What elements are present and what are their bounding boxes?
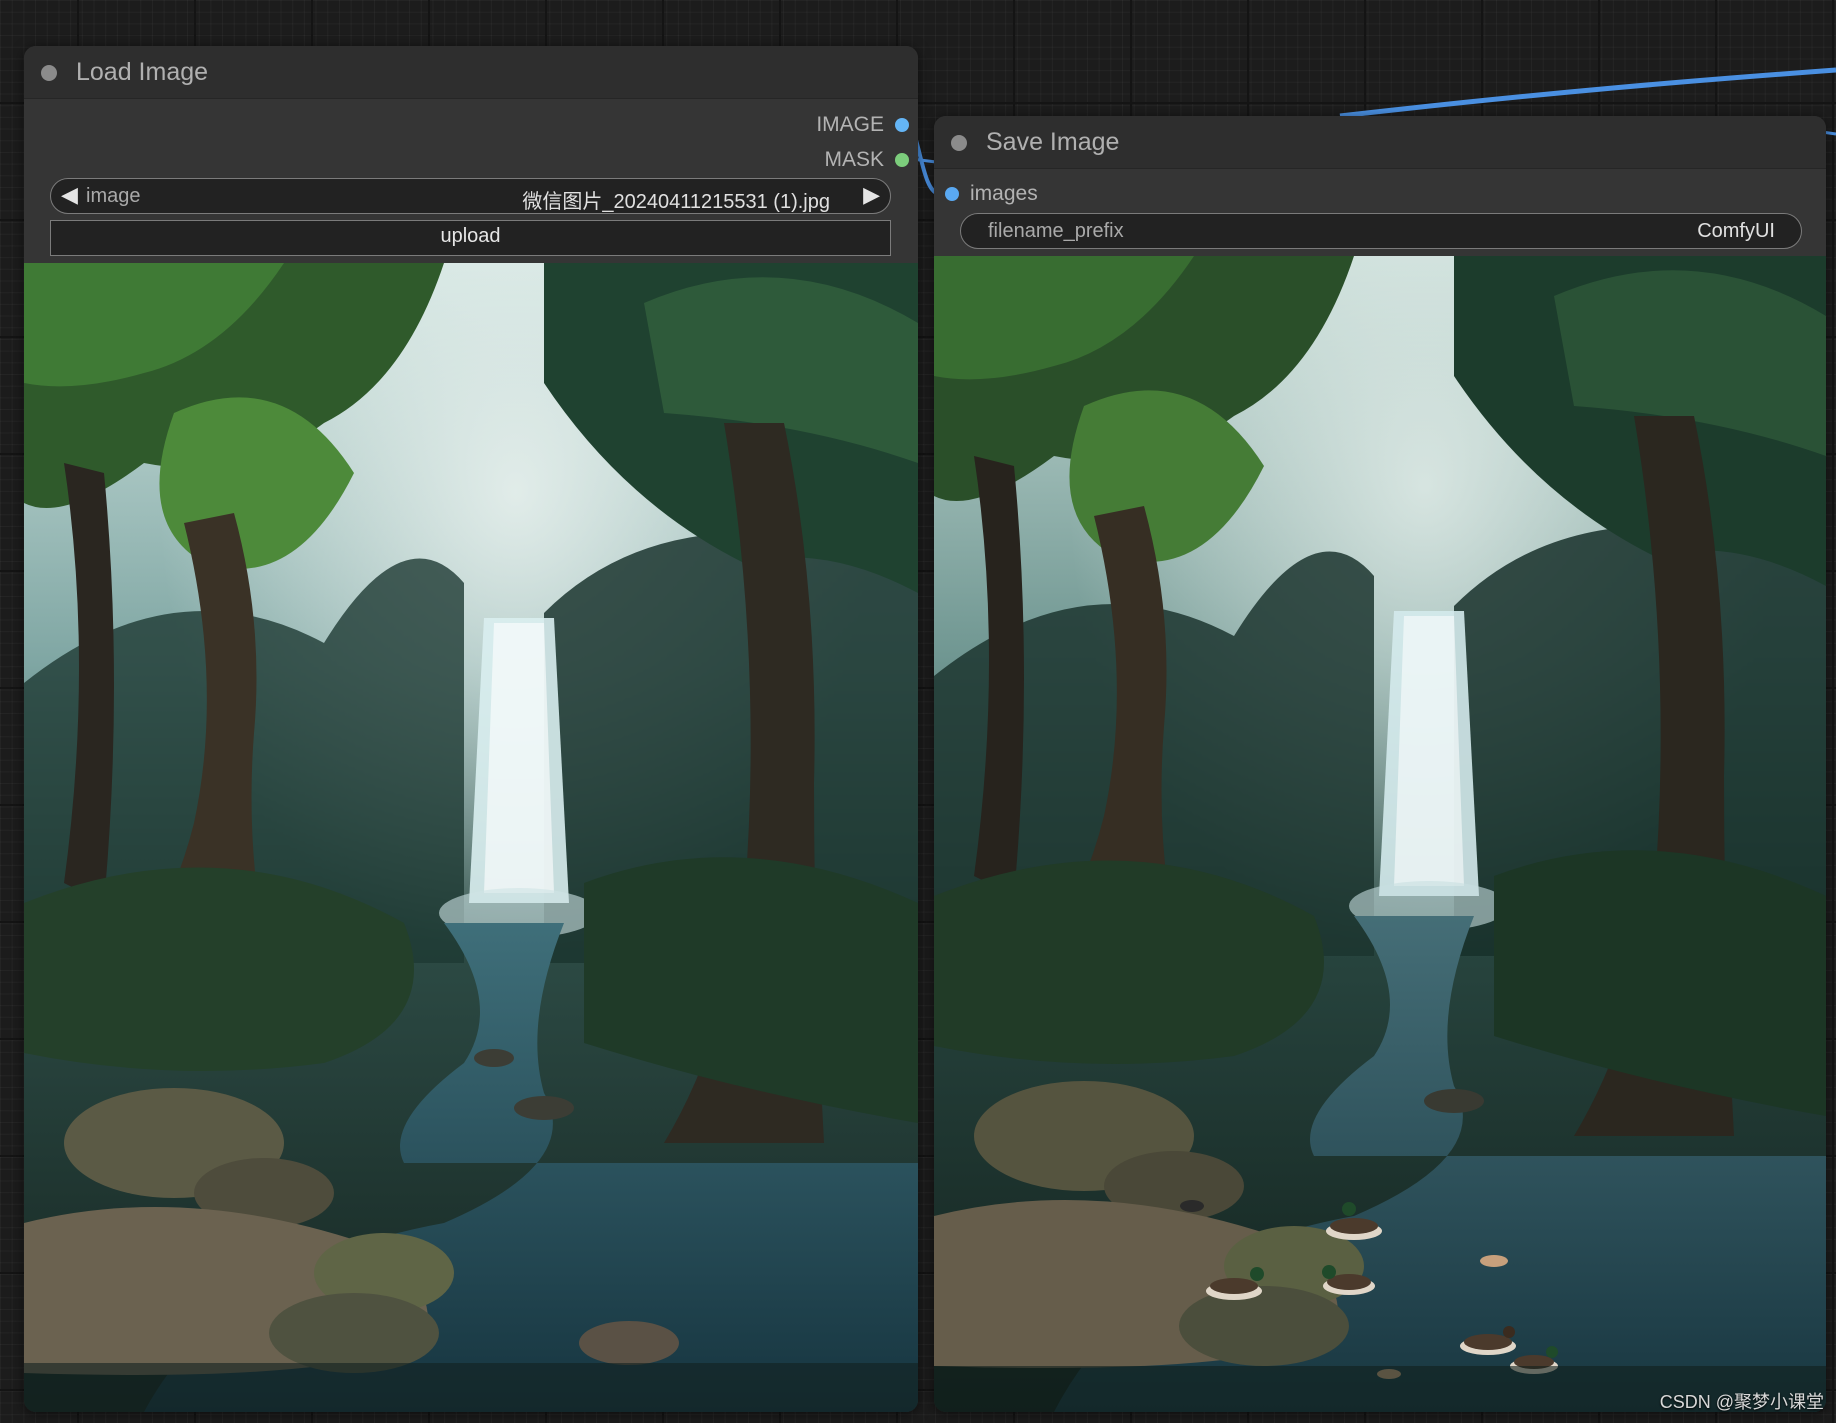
watermark: CSDN @聚梦小课堂	[1659, 1392, 1824, 1412]
slot-label: IMAGE	[816, 113, 884, 136]
image-preview	[934, 256, 1826, 1412]
forest-waterfall-image	[24, 263, 918, 1412]
link-offscreen-output	[1339, 67, 1836, 119]
node-title: Save Image	[986, 128, 1120, 156]
widget-name: filename_prefix	[988, 220, 1124, 242]
save-image-node[interactable]: Save Image images filename_prefix ComfyU…	[934, 116, 1826, 1412]
widget-value: ComfyUI	[1697, 220, 1775, 242]
save-image-title-bar[interactable]: Save Image	[934, 116, 1826, 169]
forest-waterfall-ducks-image	[934, 256, 1826, 1412]
load-image-node[interactable]: Load Image IMAGE MASK ◀ image 微信图片_20240…	[24, 46, 918, 1412]
image-preview	[24, 263, 918, 1412]
input-slot-images[interactable]: images	[934, 182, 1134, 206]
slot-label: images	[970, 182, 1038, 205]
next-arrow-icon[interactable]: ▶	[863, 183, 880, 207]
output-slot-image[interactable]: IMAGE	[718, 113, 918, 137]
output-dot-icon[interactable]	[895, 118, 909, 132]
collapse-dot-icon[interactable]	[951, 135, 967, 151]
image-combo-widget[interactable]: ◀ image 微信图片_20240411215531 (1).jpg ▶	[50, 178, 891, 214]
graph-canvas[interactable]: Load Image IMAGE MASK ◀ image 微信图片_20240…	[0, 0, 1836, 1423]
widget-value: 微信图片_20240411215531 (1).jpg	[522, 191, 830, 213]
output-slot-mask[interactable]: MASK	[718, 148, 918, 172]
filename-prefix-widget[interactable]: filename_prefix ComfyUI	[960, 213, 1802, 249]
upload-button[interactable]: upload	[50, 220, 891, 256]
prev-arrow-icon[interactable]: ◀	[61, 183, 78, 207]
load-image-title-bar[interactable]: Load Image	[24, 46, 918, 99]
output-dot-icon[interactable]	[895, 153, 909, 167]
node-title: Load Image	[76, 58, 209, 86]
collapse-dot-icon[interactable]	[41, 65, 57, 81]
slot-label: MASK	[824, 148, 884, 171]
input-dot-icon[interactable]	[945, 187, 959, 201]
widget-name: image	[86, 185, 141, 207]
